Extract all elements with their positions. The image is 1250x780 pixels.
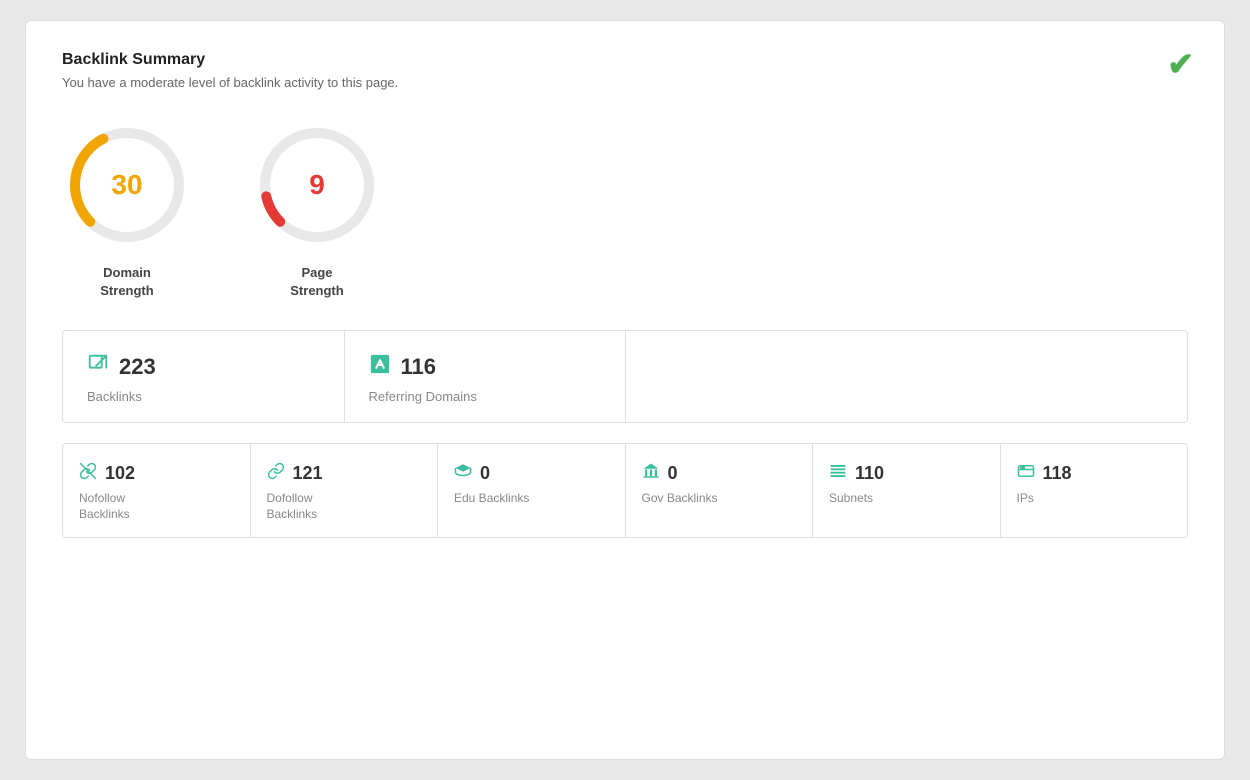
page-strength-value: 9 bbox=[309, 169, 325, 201]
backlinks-label: Backlinks bbox=[87, 389, 320, 404]
backlink-summary-card: ✔ Backlink Summary You have a moderate l… bbox=[25, 20, 1225, 760]
gov-number: 0 bbox=[668, 463, 678, 484]
edu-label: Edu Backlinks bbox=[454, 491, 609, 507]
backlinks-top: 223 bbox=[87, 353, 320, 381]
page-title: Backlink Summary bbox=[62, 51, 1188, 69]
main-stats-row: 223 Backlinks 116 Referring Domains bbox=[62, 330, 1188, 423]
subnets-label: Subnets bbox=[829, 491, 984, 507]
page-subtitle: You have a moderate level of backlink ac… bbox=[62, 75, 1188, 90]
empty-box bbox=[626, 331, 907, 422]
gauges-row: 30 DomainStrength 9 PageStrength bbox=[62, 120, 1188, 300]
nofollow-label: NofollowBacklinks bbox=[79, 491, 234, 522]
edu-top: 0 bbox=[454, 462, 609, 485]
domain-strength-gauge: 30 DomainStrength bbox=[62, 120, 192, 300]
subnets-box[interactable]: 110 Subnets bbox=[813, 444, 1001, 536]
referring-domains-icon bbox=[369, 353, 391, 381]
gov-icon bbox=[642, 462, 660, 485]
domain-strength-label: DomainStrength bbox=[100, 264, 153, 300]
referring-domains-label: Referring Domains bbox=[369, 389, 602, 404]
check-icon: ✔ bbox=[1167, 45, 1194, 83]
external-link-icon bbox=[87, 353, 109, 381]
domain-strength-value: 30 bbox=[111, 169, 142, 201]
nofollow-box[interactable]: 102 NofollowBacklinks bbox=[63, 444, 251, 536]
gov-top: 0 bbox=[642, 462, 797, 485]
subnets-top: 110 bbox=[829, 462, 984, 485]
secondary-stats-row: 102 NofollowBacklinks 121 DofollowBackli… bbox=[62, 443, 1188, 537]
subnets-number: 110 bbox=[855, 463, 884, 484]
edu-box[interactable]: 0 Edu Backlinks bbox=[438, 444, 626, 536]
domain-strength-container: 30 bbox=[62, 120, 192, 250]
nofollow-icon bbox=[79, 462, 97, 485]
empty-box-2 bbox=[907, 331, 1188, 422]
ips-number: 118 bbox=[1043, 463, 1072, 484]
subnets-icon bbox=[829, 462, 847, 485]
ips-icon bbox=[1017, 462, 1035, 485]
dofollow-icon bbox=[267, 462, 285, 485]
page-strength-container: 9 bbox=[252, 120, 382, 250]
gov-label: Gov Backlinks bbox=[642, 491, 797, 507]
referring-domains-top: 116 bbox=[369, 353, 602, 381]
nofollow-top: 102 bbox=[79, 462, 234, 485]
referring-domains-box[interactable]: 116 Referring Domains bbox=[345, 331, 627, 422]
backlinks-box[interactable]: 223 Backlinks bbox=[63, 331, 345, 422]
ips-top: 118 bbox=[1017, 462, 1172, 485]
ips-box[interactable]: 118 IPs bbox=[1001, 444, 1188, 536]
gov-box[interactable]: 0 Gov Backlinks bbox=[626, 444, 814, 536]
dofollow-top: 121 bbox=[267, 462, 422, 485]
edu-icon bbox=[454, 462, 472, 485]
edu-number: 0 bbox=[480, 463, 490, 484]
page-strength-gauge: 9 PageStrength bbox=[252, 120, 382, 300]
ips-label: IPs bbox=[1017, 491, 1172, 507]
dofollow-number: 121 bbox=[293, 463, 323, 484]
dofollow-label: DofollowBacklinks bbox=[267, 491, 422, 522]
nofollow-number: 102 bbox=[105, 463, 135, 484]
page-strength-label: PageStrength bbox=[290, 264, 343, 300]
backlinks-number: 223 bbox=[119, 354, 156, 380]
referring-domains-number: 116 bbox=[401, 354, 437, 380]
dofollow-box[interactable]: 121 DofollowBacklinks bbox=[251, 444, 439, 536]
